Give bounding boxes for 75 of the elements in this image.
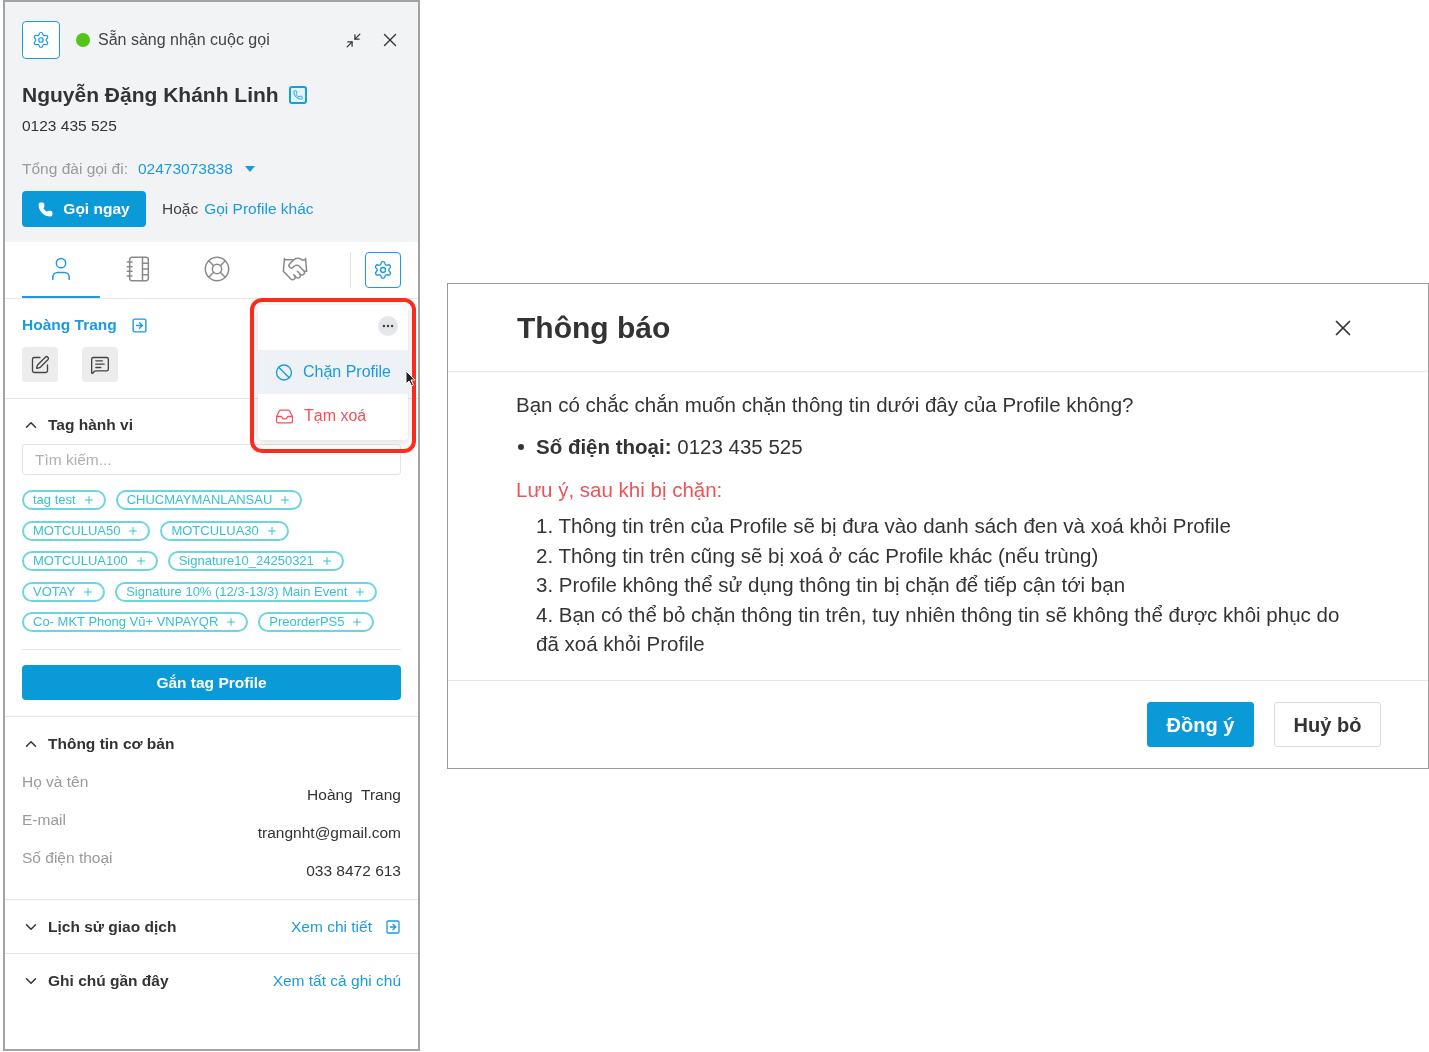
detail-text: Số điện thoại: 0123 435 525 — [536, 435, 803, 459]
note-text: 4. Bạn có thể bỏ chặn thông tin trên, tuy nhiên thông tin sẽ không thể được khôi phục do đã xoá khỏi Profile — [536, 601, 1341, 657]
field-label: Họ và tên — [22, 772, 89, 792]
lifebuoy-icon — [203, 255, 231, 283]
tag-chip[interactable]: Signature 10% (12/3-13/3) Main Event — [115, 581, 378, 602]
tag-search-field[interactable]: Tìm kiếm... — [22, 444, 401, 475]
section-title: Tag hành vi — [48, 415, 133, 436]
confirm-button[interactable]: Đồng ý — [1147, 702, 1254, 747]
phone-icon — [38, 201, 54, 217]
field-label: E-mail — [22, 810, 66, 830]
plus-icon[interactable] — [134, 555, 147, 567]
warning-text: Lưu ý, sau khi bị chặn: — [516, 478, 724, 502]
contact-phone-icon — [288, 86, 307, 104]
outbound-label: Tổng đài gọi đi: — [22, 159, 128, 180]
or-text: Hoặc — [162, 199, 199, 220]
tag-chip[interactable]: CHUCMAYMANLANSAU — [115, 490, 303, 510]
edit-icon — [30, 354, 50, 375]
settings-icon — [373, 260, 393, 280]
edit-button[interactable] — [22, 347, 58, 382]
cancel-button[interactable]: Huỷ bỏ — [1274, 702, 1381, 747]
bullet-icon — [518, 444, 524, 450]
contact-phone: 0123 435 525 — [22, 116, 117, 136]
menu-item[interactable]: Chặn Profile — [258, 350, 408, 394]
plus-icon[interactable] — [320, 555, 333, 567]
plus-icon[interactable] — [351, 616, 364, 628]
tag-chip[interactable]: MOTCULUA100 — [22, 551, 158, 571]
tag-chip[interactable]: MOTCULUA30 — [160, 520, 289, 541]
settings-button[interactable] — [365, 252, 401, 288]
dialog-title: Thông báo — [517, 310, 671, 346]
section-title: Lịch sử giao dịch — [48, 916, 177, 937]
plus-icon[interactable] — [354, 585, 367, 598]
plus-icon[interactable] — [225, 616, 238, 628]
section-title: Thông tin cơ bản — [48, 734, 175, 755]
call-now-button[interactable]: Gọi ngay — [22, 191, 146, 227]
plus-icon[interactable] — [265, 524, 278, 537]
dialog-question: Bạn có chắc chắn muốn chặn thông tin dưới đây của Profile không? — [516, 393, 1135, 417]
comment-button[interactable] — [82, 347, 118, 382]
section-link[interactable]: Xem tất cả ghi chú — [272, 968, 401, 993]
plus-icon[interactable] — [127, 524, 140, 537]
call-other-profile-link[interactable]: Gọi Profile khác — [204, 197, 314, 221]
plus-icon[interactable] — [82, 494, 95, 506]
tag-chip[interactable]: VOTAY — [22, 581, 106, 602]
note-text: 2. Thông tin trên cũng sẽ bị xoá ở các Profile khác (nếu trùng) — [536, 542, 1100, 569]
field-value: trangnht@gmail.com — [257, 823, 401, 843]
plus-icon[interactable] — [82, 585, 95, 598]
tag-chip[interactable]: Signature10_24250321 — [167, 551, 344, 571]
profile-name-link[interactable]: Hoàng Trang — [22, 313, 117, 337]
comment-icon — [90, 354, 110, 375]
tag-chip[interactable]: Co- MKT Phong Vũ+ VNPAYQR — [22, 612, 249, 632]
field-value: Hoàng Trang — [307, 785, 401, 805]
handshake-icon — [281, 255, 309, 283]
assign-tag-button[interactable]: Gắn tag Profile — [22, 665, 401, 700]
mouse-cursor-icon — [405, 370, 416, 387]
note-text: 3. Profile không thể sử dụng thông tin bị chặn để tiếp cận tới bạn — [536, 572, 1127, 598]
section-link[interactable]: Xem chi tiết — [291, 914, 372, 939]
outbound-number-dropdown[interactable]: 02473073838 — [138, 157, 255, 181]
caret-down-icon — [244, 166, 255, 172]
field-value: 033 8472 613 — [306, 861, 401, 881]
field-label: Số điện thoại — [22, 848, 113, 868]
section-title: Ghi chú gần đây — [48, 970, 169, 991]
settings-button[interactable] — [22, 21, 60, 59]
block-icon — [275, 362, 293, 382]
settings-icon — [32, 31, 50, 49]
note-text: 1. Thông tin trên của Profile sẽ bị đưa vào danh sách đen và xoá khỏi Profile — [536, 513, 1232, 539]
tag-chip[interactable]: tag test — [22, 490, 106, 510]
tag-chip[interactable]: PreorderPS5 — [258, 612, 375, 632]
tag-chip[interactable]: MOTCULUA50 — [22, 520, 151, 541]
minimize-icon — [344, 31, 362, 49]
status-text: Sẵn sàng nhận cuộc gọi — [98, 29, 270, 50]
more-button[interactable] — [378, 316, 398, 336]
contact-name: Nguyễn Đặng Khánh Linh — [22, 82, 279, 108]
plus-icon[interactable] — [279, 494, 292, 506]
open-detail-icon[interactable] — [385, 918, 401, 935]
menu-item[interactable]: Tạm xoá — [258, 394, 408, 438]
open-profile-icon[interactable] — [130, 316, 148, 334]
